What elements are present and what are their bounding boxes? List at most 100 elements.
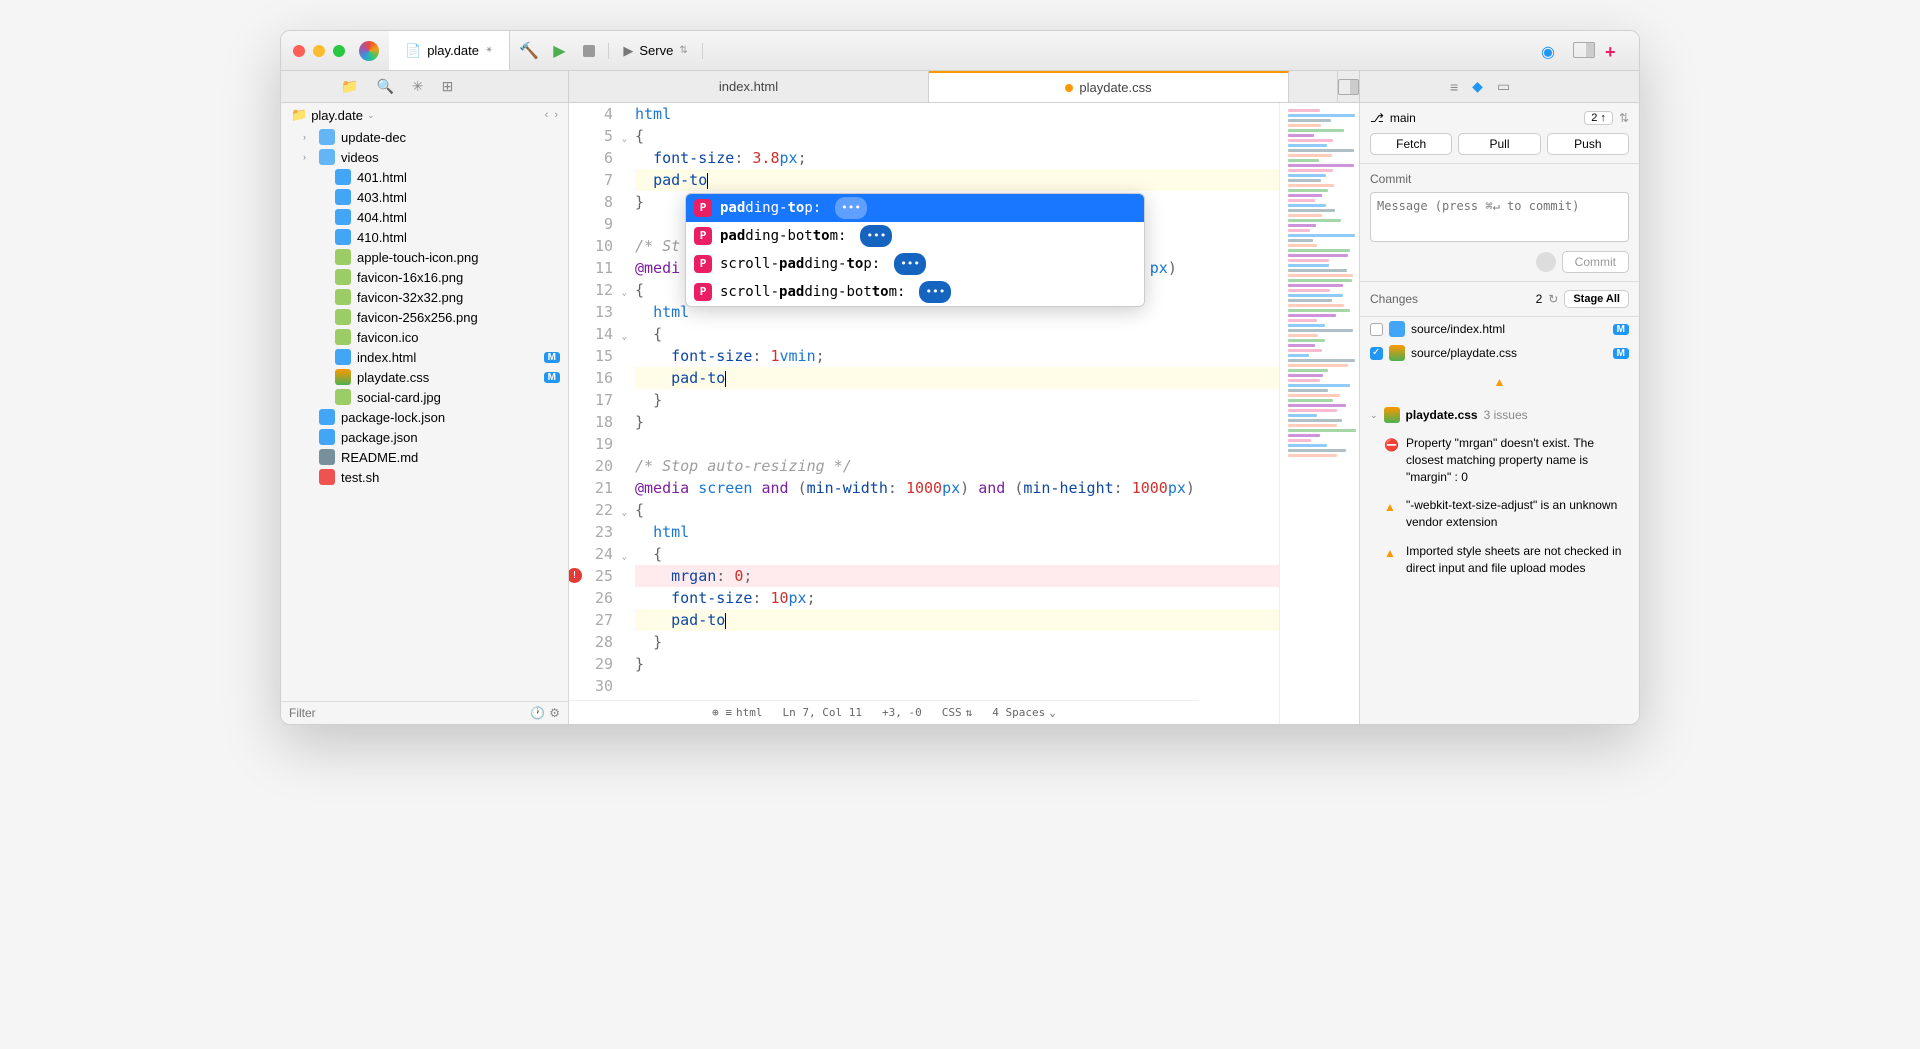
cursor-position[interactable]: Ln 7, Col 11: [783, 702, 862, 724]
panel-toggle-icon[interactable]: [1573, 42, 1591, 60]
stage-all-button[interactable]: Stage All: [1564, 290, 1629, 308]
commit-label: Commit: [1370, 172, 1629, 186]
diamond-icon[interactable]: ◆: [1472, 78, 1483, 95]
file-tree-item[interactable]: package-lock.json: [281, 407, 568, 427]
issue-item[interactable]: ▲Imported style sheets are not checked i…: [1360, 539, 1639, 585]
changes-label: Changes: [1370, 292, 1418, 306]
traffic-lights: [293, 45, 345, 57]
hammer-icon[interactable]: 🔨: [520, 42, 538, 60]
file-sidebar: 📁 play.date ⌄ ‹ › ›update-dec›videos401.…: [281, 103, 569, 724]
autocomplete-item[interactable]: Pscroll-padding-top:•••: [686, 250, 1144, 278]
issue-item[interactable]: ⛔Property "mrgan" doesn't exist. The clo…: [1360, 431, 1639, 493]
folder-icon: [319, 129, 335, 145]
autocomplete-item[interactable]: Pscroll-padding-bottom:•••: [686, 278, 1144, 306]
stop-button[interactable]: [580, 42, 598, 60]
app-logo: [359, 41, 379, 61]
minimize-button[interactable]: [313, 45, 325, 57]
file-tree-item[interactable]: apple-touch-icon.png: [281, 247, 568, 267]
play-icon[interactable]: ▶: [550, 42, 568, 60]
file-tree-item[interactable]: 403.html: [281, 187, 568, 207]
html-icon: [335, 189, 351, 205]
preview-icon[interactable]: ◉: [1541, 42, 1559, 60]
commit-button[interactable]: Commit: [1562, 251, 1629, 273]
modified-icon: ✴: [485, 45, 493, 56]
sh-icon: [319, 469, 335, 485]
fetch-button[interactable]: Fetch: [1370, 133, 1452, 155]
clock-icon[interactable]: 🕐: [530, 706, 545, 720]
autocomplete-item[interactable]: Ppadding-top:•••: [686, 194, 1144, 222]
json-icon: [319, 429, 335, 445]
minimap[interactable]: [1279, 103, 1359, 724]
grid-icon[interactable]: ⊞: [442, 78, 454, 95]
issue-item[interactable]: ▲"-webkit-text-size-adjust" is an unknow…: [1360, 493, 1639, 539]
img-icon: [335, 249, 351, 265]
titlebar: 📄 play.date ✴ 🔨 ▶ ▶ Serve ⇅ ◉ +: [281, 31, 1639, 71]
checkbox[interactable]: [1370, 347, 1383, 360]
files-icon[interactable]: 📁: [341, 78, 358, 95]
tab-index-html[interactable]: index.html: [569, 71, 929, 102]
settings-icon[interactable]: ⚙: [549, 706, 560, 720]
changed-file-item[interactable]: source/playdate.css M: [1360, 341, 1639, 365]
autocomplete-popup[interactable]: Ppadding-top:•••Ppadding-bottom:•••Pscro…: [685, 193, 1145, 307]
file-tree-item[interactable]: README.md: [281, 447, 568, 467]
branch-selector[interactable]: ⎇ main 2 ↑ ⇅: [1370, 111, 1629, 125]
file-tree-item[interactable]: 410.html: [281, 227, 568, 247]
close-button[interactable]: [293, 45, 305, 57]
img-icon: [335, 289, 351, 305]
main-area: 📁 play.date ⌄ ‹ › ›update-dec›videos401.…: [281, 103, 1639, 724]
file-tree[interactable]: ›update-dec›videos401.html403.html404.ht…: [281, 127, 568, 701]
refresh-icon[interactable]: ↻: [1548, 292, 1558, 306]
json-icon: [319, 409, 335, 425]
split-pane-icon[interactable]: [1338, 79, 1359, 95]
filter-input[interactable]: [289, 706, 530, 720]
tab-playdate-css[interactable]: playdate.css: [929, 71, 1289, 102]
indent-icon[interactable]: ≡: [1450, 79, 1458, 95]
serve-scheme[interactable]: ▶ Serve ⇅: [608, 43, 702, 59]
language-selector[interactable]: CSS ⇅: [942, 702, 973, 724]
file-tree-item[interactable]: 401.html: [281, 167, 568, 187]
project-tab[interactable]: 📄 play.date ✴: [389, 31, 510, 70]
serve-label: Serve: [639, 43, 673, 58]
ahead-count: 2 ↑: [1584, 111, 1613, 125]
file-tree-item[interactable]: ›update-dec: [281, 127, 568, 147]
issues-header[interactable]: ⌄ playdate.css 3 issues: [1360, 399, 1639, 431]
file-tree-item[interactable]: favicon-16x16.png: [281, 267, 568, 287]
push-button[interactable]: Push: [1547, 133, 1629, 155]
file-tree-item[interactable]: favicon.ico: [281, 327, 568, 347]
checkbox[interactable]: [1370, 323, 1383, 336]
statusbar: ⊕ ≡ html Ln 7, Col 11 +3, -0 CSS ⇅ 4 Spa…: [569, 700, 1199, 724]
terminal-icon[interactable]: ▭: [1497, 78, 1510, 95]
ref-icon[interactable]: ✳: [412, 78, 424, 95]
indent-selector[interactable]: 4 Spaces ⌄: [992, 702, 1056, 724]
html-icon: [335, 209, 351, 225]
project-tab-label: play.date: [427, 43, 479, 58]
commit-message-input[interactable]: [1370, 192, 1629, 242]
file-tree-item[interactable]: index.htmlM: [281, 347, 568, 367]
avatar: [1536, 252, 1556, 272]
file-tree-item[interactable]: favicon-256x256.png: [281, 307, 568, 327]
path-segment[interactable]: ⊕ ≡ html: [712, 702, 762, 724]
code-editor[interactable]: 45⌄6789101112⌄1314⌄1516171819202122⌄2324…: [569, 103, 1279, 724]
sidebar-root[interactable]: 📁 play.date ⌄ ‹ ›: [281, 103, 568, 127]
pull-button[interactable]: Pull: [1458, 133, 1540, 155]
add-icon[interactable]: +: [1605, 42, 1623, 60]
forward-icon[interactable]: ›: [554, 109, 558, 121]
html-icon: [335, 169, 351, 185]
folder-icon: [319, 149, 335, 165]
file-tree-item[interactable]: package.json: [281, 427, 568, 447]
filter-row: 🕐 ⚙: [281, 701, 568, 724]
file-tree-item[interactable]: 404.html: [281, 207, 568, 227]
property-badge-icon: P: [694, 255, 712, 273]
file-tree-item[interactable]: playdate.cssM: [281, 367, 568, 387]
autocomplete-item[interactable]: Ppadding-bottom:•••: [686, 222, 1144, 250]
error-icon: ⛔: [1384, 437, 1398, 451]
editor-area: 45⌄6789101112⌄1314⌄1516171819202122⌄2324…: [569, 103, 1359, 724]
search-icon[interactable]: 🔍: [376, 78, 393, 95]
changed-file-item[interactable]: source/index.html M: [1360, 317, 1639, 341]
maximize-button[interactable]: [333, 45, 345, 57]
back-icon[interactable]: ‹: [545, 109, 549, 121]
file-tree-item[interactable]: favicon-32x32.png: [281, 287, 568, 307]
file-tree-item[interactable]: test.sh: [281, 467, 568, 487]
file-tree-item[interactable]: ›videos: [281, 147, 568, 167]
file-tree-item[interactable]: social-card.jpg: [281, 387, 568, 407]
